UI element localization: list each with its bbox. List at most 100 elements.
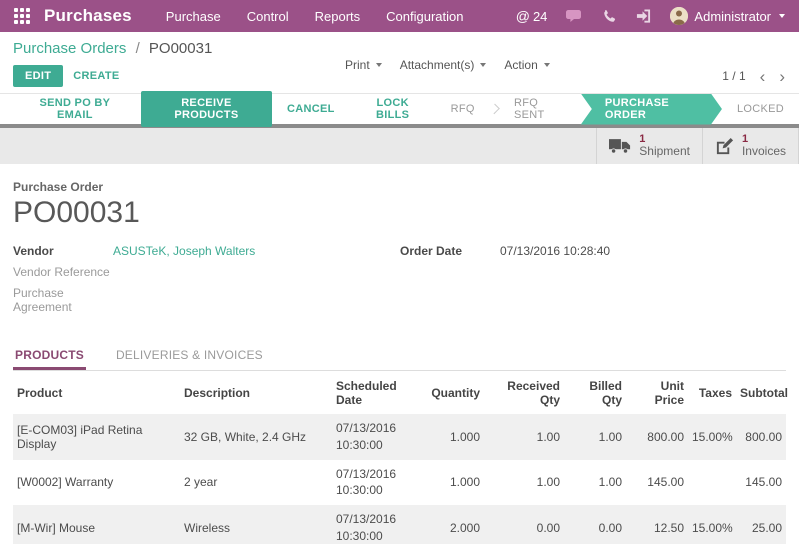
cell-quantity: 2.000	[424, 505, 484, 544]
order-date-label: Order Date	[400, 244, 500, 258]
receive-products-button[interactable]: RECEIVE PRODUCTS	[141, 91, 272, 127]
menu-control[interactable]: Control	[247, 9, 289, 24]
activity-counter[interactable]: @ 24	[516, 8, 548, 24]
chevron-down-icon	[779, 14, 785, 18]
at-icon: @	[516, 8, 530, 24]
col-scheduled-date: Scheduled Date	[332, 371, 424, 414]
vendor-reference-label: Vendor Reference	[13, 265, 113, 279]
sign-in-icon[interactable]	[636, 9, 651, 23]
chevron-down-icon	[376, 63, 382, 67]
shipment-stat-button[interactable]: 1 Shipment	[596, 128, 702, 164]
table-header-row: Product Description Scheduled Date Quant…	[13, 371, 786, 414]
user-menu[interactable]: Administrator	[670, 7, 785, 25]
control-panel: Purchase Orders / PO00031 EDIT CREATE 1 …	[0, 32, 799, 93]
col-product: Product	[13, 371, 180, 414]
cell-subtotal: 145.00	[736, 460, 786, 506]
menu-reports[interactable]: Reports	[315, 9, 361, 24]
table-row[interactable]: [W0002] Warranty 2 year 07/13/2016 10:30…	[13, 460, 786, 506]
activity-count: 24	[533, 9, 547, 24]
tab-deliveries-invoices[interactable]: DELIVERIES & INVOICES	[114, 341, 265, 370]
notebook-tabs: PRODUCTS DELIVERIES & INVOICES	[13, 341, 786, 371]
status-pipeline: RFQ RFQ SENT PURCHASE ORDER LOCKED	[436, 94, 799, 125]
pencil-square-icon	[715, 137, 734, 156]
record-title: PO00031	[13, 196, 786, 230]
topbar-right: @ 24 Administrator	[516, 7, 785, 25]
messages-icon[interactable]	[566, 9, 583, 24]
cell-taxes	[688, 460, 736, 506]
statusbar: SEND PO BY EMAIL RECEIVE PRODUCTS CANCEL…	[0, 93, 799, 124]
cell-scheduled-date: 07/13/2016 10:30:00	[332, 505, 424, 544]
cell-billed-qty: 1.00	[564, 460, 626, 506]
menu-configuration[interactable]: Configuration	[386, 9, 463, 24]
cell-billed-qty: 1.00	[564, 414, 626, 460]
invoices-stat-button[interactable]: 1 Invoices	[702, 128, 799, 164]
record-subtitle: Purchase Order	[13, 180, 786, 194]
cell-description: 2 year	[180, 460, 332, 506]
status-locked[interactable]: LOCKED	[722, 94, 799, 125]
cell-subtotal: 25.00	[736, 505, 786, 544]
chevron-down-icon	[544, 63, 550, 67]
status-purchase-order[interactable]: PURCHASE ORDER	[581, 94, 722, 125]
send-po-by-email-button[interactable]: SEND PO BY EMAIL	[13, 91, 137, 127]
app-title[interactable]: Purchases	[44, 6, 132, 26]
order-lines-table: Product Description Scheduled Date Quant…	[13, 371, 786, 544]
pager-next-icon[interactable]: ›	[779, 68, 785, 85]
vendor-value-link[interactable]: ASUSTeK, Joseph Walters	[113, 244, 255, 258]
top-navbar: Purchases Purchase Control Reports Confi…	[0, 0, 799, 32]
breadcrumb-purchase-orders[interactable]: Purchase Orders	[13, 40, 126, 57]
breadcrumb-current: PO00031	[149, 40, 212, 57]
col-unit-price: Unit Price	[626, 371, 688, 414]
col-received-qty: Received Qty	[484, 371, 564, 414]
edit-button[interactable]: EDIT	[13, 65, 63, 87]
cell-received-qty: 0.00	[484, 505, 564, 544]
table-row[interactable]: [E-COM03] iPad Retina Display 32 GB, Whi…	[13, 414, 786, 460]
cell-quantity: 1.000	[424, 414, 484, 460]
avatar	[670, 7, 688, 25]
form-sheet: Purchase Order PO00031 Vendor ASUSTeK, J…	[0, 164, 799, 544]
cell-scheduled-date: 07/13/2016 10:30:00	[332, 460, 424, 506]
col-description: Description	[180, 371, 332, 414]
col-taxes: Taxes	[688, 371, 736, 414]
cell-product: [W0002] Warranty	[13, 460, 180, 506]
field-group: Vendor ASUSTeK, Joseph Walters Vendor Re…	[13, 244, 786, 321]
phone-icon[interactable]	[602, 9, 617, 24]
chevron-down-icon	[480, 63, 486, 67]
stat-button-band: 1 Shipment 1 Invoices	[0, 128, 799, 164]
cell-taxes: 15.00%	[688, 505, 736, 544]
cell-subtotal: 800.00	[736, 414, 786, 460]
cell-description: Wireless	[180, 505, 332, 544]
pager-previous-icon[interactable]: ‹	[760, 68, 766, 85]
attachments-dropdown[interactable]: Attachment(s)	[400, 58, 487, 72]
apps-grid-icon[interactable]	[14, 8, 30, 24]
action-dropdown[interactable]: Action	[504, 58, 549, 72]
status-rfq[interactable]: RFQ	[436, 94, 490, 125]
pager-value: 1 / 1	[722, 69, 745, 83]
cell-product: [E-COM03] iPad Retina Display	[13, 414, 180, 460]
cell-unit-price: 12.50	[626, 505, 688, 544]
user-name: Administrator	[694, 9, 771, 24]
menu-purchase[interactable]: Purchase	[166, 9, 221, 24]
cell-product: [M-Wir] Mouse	[13, 505, 180, 544]
invoices-label: Invoices	[742, 145, 786, 159]
status-rfq-sent[interactable]: RFQ SENT	[499, 94, 581, 125]
table-row[interactable]: [M-Wir] Mouse Wireless 07/13/2016 10:30:…	[13, 505, 786, 544]
cell-description: 32 GB, White, 2.4 GHz	[180, 414, 332, 460]
shipment-label: Shipment	[639, 145, 690, 159]
cancel-button[interactable]: CANCEL	[276, 97, 346, 121]
purchase-agreement-label: Purchase Agreement	[13, 286, 113, 314]
truck-icon	[609, 138, 631, 154]
cell-unit-price: 800.00	[626, 414, 688, 460]
cell-billed-qty: 0.00	[564, 505, 626, 544]
col-quantity: Quantity	[424, 371, 484, 414]
create-button[interactable]: CREATE	[63, 65, 129, 87]
cell-received-qty: 1.00	[484, 460, 564, 506]
main-menu: Purchase Control Reports Configuration	[166, 9, 464, 24]
breadcrumb: Purchase Orders / PO00031	[13, 40, 785, 57]
print-dropdown[interactable]: Print	[345, 58, 382, 72]
cell-received-qty: 1.00	[484, 414, 564, 460]
col-subtotal: Subtotal	[736, 371, 786, 414]
tab-products[interactable]: PRODUCTS	[13, 341, 86, 370]
cell-unit-price: 145.00	[626, 460, 688, 506]
lock-bills-button[interactable]: LOCK BILLS	[350, 91, 436, 127]
action-dropdowns: Print Attachment(s) Action	[345, 58, 550, 72]
